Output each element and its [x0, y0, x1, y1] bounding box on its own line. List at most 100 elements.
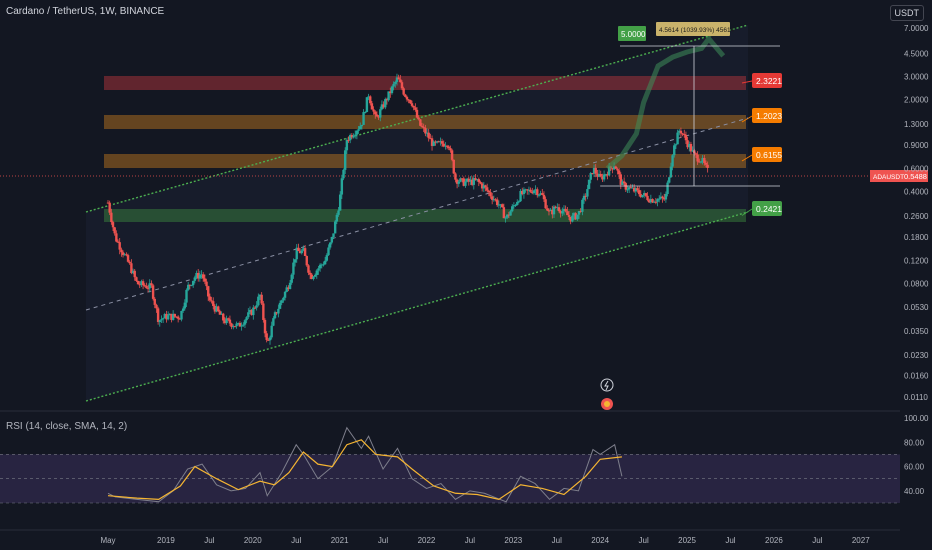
candle-body — [160, 319, 163, 321]
candle-body — [654, 201, 658, 203]
price-axis-label: 0.0160 — [904, 372, 929, 381]
candle-body — [166, 315, 170, 320]
target-label: 5.0000 — [621, 30, 646, 39]
price-axis-label: 0.9000 — [904, 141, 929, 150]
candle-body — [414, 107, 417, 110]
candle-body — [322, 264, 325, 266]
time-axis-label: 2022 — [418, 536, 436, 545]
candle-body — [280, 300, 283, 303]
candle-body — [415, 109, 419, 118]
candle-body — [110, 212, 113, 223]
zone-label: 2.3221 — [756, 76, 782, 86]
candle-body — [333, 221, 337, 234]
time-axis-label: 2021 — [331, 536, 349, 545]
candle-body — [342, 169, 345, 179]
candle-body — [552, 206, 556, 215]
candle-body — [379, 109, 382, 118]
candle-body — [185, 289, 188, 303]
candle-body — [479, 181, 482, 184]
candle-body — [340, 178, 344, 195]
candle-body — [180, 311, 183, 320]
candle-body — [417, 117, 420, 120]
candle-body — [118, 242, 121, 250]
candle-body — [133, 270, 136, 278]
candle-body — [217, 306, 220, 312]
price-axis-label: 0.0530 — [904, 303, 929, 312]
candle-body — [602, 174, 606, 180]
price-axis-label: 0.6000 — [904, 164, 929, 173]
candle-body — [330, 237, 334, 243]
candle-body — [400, 82, 404, 89]
candle-body — [390, 86, 394, 94]
candle-body — [354, 134, 357, 136]
candle-body — [300, 250, 303, 254]
candle-body — [136, 280, 140, 285]
candle-body — [504, 217, 507, 219]
candle-body — [561, 211, 564, 214]
candle-body — [564, 208, 567, 212]
time-axis-label: Jul — [812, 536, 822, 545]
price-axis-label: 0.1200 — [904, 256, 929, 265]
candle-body — [646, 195, 649, 201]
candle-body — [257, 296, 260, 306]
candle-body — [537, 194, 541, 196]
candle-body — [222, 313, 225, 321]
candle-body — [567, 215, 571, 217]
candle-body — [120, 249, 123, 253]
candle-body — [111, 222, 115, 228]
time-axis-label: 2019 — [157, 536, 175, 545]
candle-body — [365, 97, 369, 113]
candle-body — [689, 143, 693, 152]
price-axis-label: 7.0000 — [904, 24, 929, 33]
candle-body — [247, 312, 250, 318]
candle-body — [323, 260, 327, 265]
rsi-axis-label: 40.00 — [904, 487, 925, 496]
candle-body — [233, 326, 237, 328]
zone-label: 0.6155 — [756, 150, 782, 160]
candle-body — [150, 283, 153, 286]
currency-button[interactable]: USDT — [889, 5, 924, 21]
candle-body — [706, 164, 709, 168]
chart-canvas[interactable]: 2.3221 1.2023 0.6155 0.2421 5.0000 4.5614 (10… — [0, 0, 932, 550]
candle-body — [516, 202, 519, 205]
candle-body — [404, 94, 407, 97]
candle-body — [637, 190, 641, 195]
candle-body — [576, 214, 579, 220]
candle-body — [636, 188, 639, 191]
candle-body — [384, 99, 387, 108]
price-axis-label: 0.0110 — [904, 393, 928, 402]
candle-body — [228, 319, 232, 324]
candle-body — [227, 318, 230, 320]
time-axis-label: Jul — [725, 536, 735, 545]
candle-body — [313, 274, 317, 277]
candle-body — [360, 124, 364, 127]
candle-body — [532, 190, 536, 194]
candle-body — [173, 313, 177, 317]
time-axis-label: Jul — [204, 536, 214, 545]
zone-band — [104, 154, 746, 168]
candle-body — [544, 199, 547, 209]
candle-body — [392, 83, 395, 87]
event-flag-icon-dot — [604, 401, 610, 407]
candle-body — [684, 134, 688, 141]
candle-body — [277, 308, 280, 314]
zone-band — [104, 209, 746, 222]
candle-body — [410, 103, 414, 106]
price-axis-label: 1.3000 — [904, 120, 929, 129]
candle-body — [589, 173, 592, 180]
candle-body — [364, 112, 367, 114]
candle-body — [288, 282, 292, 290]
candle-body — [375, 114, 379, 117]
candle-body — [454, 173, 457, 180]
candle-body — [450, 150, 454, 160]
candle-body — [355, 130, 359, 135]
candle-body — [158, 320, 161, 322]
candle-body — [517, 201, 521, 203]
candle-body — [245, 317, 248, 321]
rsi-indicator-title: RSI (14, close, SMA, 14, 2) — [6, 421, 128, 432]
candle-body — [335, 214, 339, 222]
rsi-axis-label: 100.00 — [904, 414, 929, 423]
candle-body — [290, 274, 293, 283]
candle-body — [146, 288, 150, 290]
candle-body — [181, 308, 185, 312]
